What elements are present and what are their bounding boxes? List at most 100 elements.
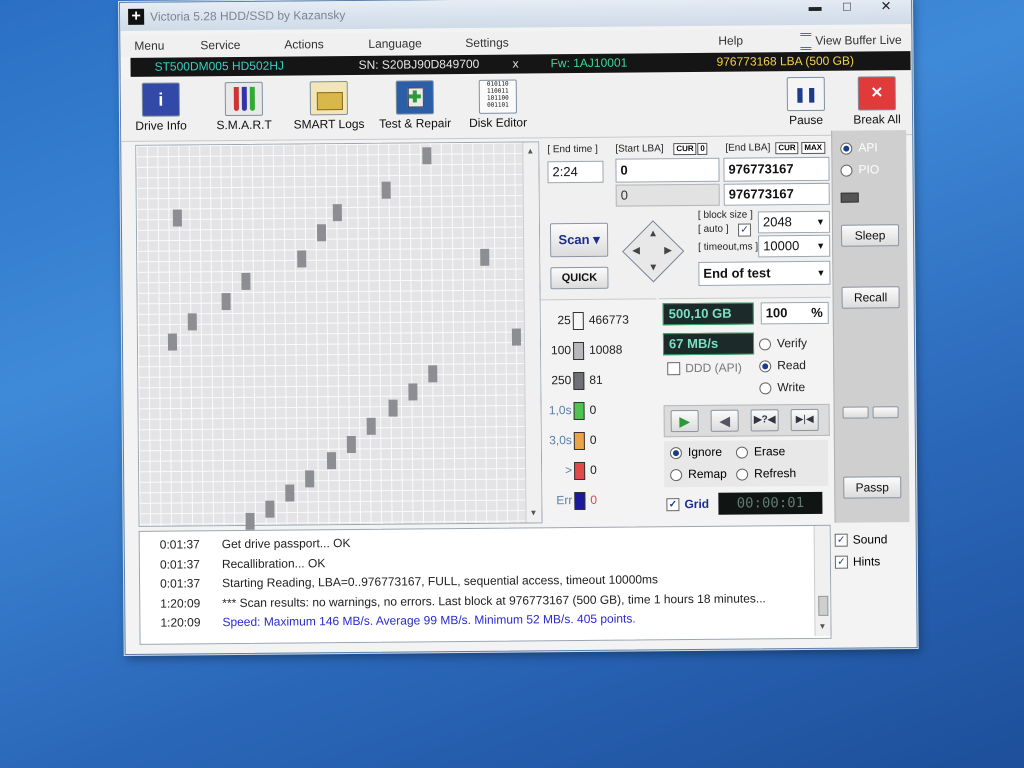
legend-row: 250 81 — [545, 371, 655, 392]
ddd-api-option[interactable]: DDD (API) — [667, 361, 742, 376]
block-size-label: [ block size ] — [697, 209, 753, 221]
grid-checkbox[interactable]: ✓ — [666, 498, 680, 512]
timeout-select[interactable]: 10000 ▼ — [758, 234, 831, 258]
log-time: 1:20:09 — [160, 615, 201, 630]
block-map-scrollbar[interactable]: ▲ ▼ — [522, 142, 542, 523]
direction-pad[interactable]: ▲ ▼ ◀ ▶ — [622, 220, 685, 283]
arrow-down-icon[interactable]: ▼ — [648, 262, 658, 273]
slow-block-mark — [366, 417, 376, 435]
speed-readout: 67 MB/s — [662, 332, 755, 356]
passp-button[interactable]: Passp — [843, 476, 902, 499]
sleep-button[interactable]: Sleep — [840, 224, 900, 247]
break-all-button[interactable]: ✕ Break All — [849, 76, 905, 127]
scan-button[interactable]: Scan ▾ — [549, 222, 609, 258]
action-ignore[interactable]: Ignore — [669, 445, 722, 460]
arrow-up-icon[interactable]: ▲ — [648, 228, 658, 239]
menu-settings[interactable]: Settings — [465, 36, 508, 50]
start-lba-input[interactable]: 0 — [615, 157, 720, 183]
quick-button[interactable]: QUICK — [550, 266, 609, 290]
sound-toggle[interactable]: ✓ Sound — [834, 532, 888, 548]
first-aid-kit-icon — [395, 80, 434, 115]
verify-radio[interactable] — [758, 338, 772, 351]
legend-threshold: 25 — [557, 313, 571, 328]
action-erase[interactable]: Erase — [735, 444, 785, 459]
refresh-radio[interactable] — [736, 468, 749, 481]
percent-value: 100 — [765, 305, 788, 321]
menu-service[interactable]: Service — [200, 38, 240, 52]
scroll-down-icon[interactable]: ▼ — [529, 508, 537, 517]
view-buffer-live-button[interactable]: View Buffer Live — [800, 32, 902, 51]
start-lba-zero-button[interactable]: 0 — [697, 142, 708, 155]
maximize-button[interactable]: □ — [832, 0, 862, 17]
auto-checkbox[interactable]: ✓ — [737, 223, 752, 237]
sound-label: Sound — [852, 532, 888, 547]
api-option[interactable]: API — [840, 140, 878, 155]
seek-unknown-button[interactable]: ▶?◀ — [750, 409, 779, 432]
pause-button[interactable]: ❚❚ Pause — [781, 76, 831, 127]
small-toggle-left[interactable] — [842, 406, 869, 419]
slow-block-mark — [285, 484, 295, 502]
api-radio[interactable] — [840, 142, 853, 155]
action-remap[interactable]: Remap — [670, 467, 727, 481]
minimize-button[interactable]: ▬ — [800, 0, 830, 17]
end-lba-cur-button[interactable]: CUR — [775, 142, 799, 155]
action-refresh[interactable]: Refresh — [736, 466, 796, 481]
slow-block-mark — [167, 333, 178, 351]
app-window: + Victoria 5.28 HDD/SSD by Kazansky ▬ □ … — [119, 0, 918, 655]
drive-info-button[interactable]: i Drive Info — [131, 82, 191, 133]
small-toggle-right[interactable] — [872, 406, 899, 419]
slow-block-mark — [265, 500, 275, 518]
jump-end-button[interactable]: ▶|◀ — [790, 408, 819, 432]
mode-read[interactable]: Read — [759, 358, 806, 372]
latency-legend: 25 466773 100 10088 250 81 1,0s 0 3,0s 0 >0 Err 0 — [540, 298, 659, 523]
hints-checkbox[interactable]: ✓ — [834, 555, 848, 570]
mode-write[interactable]: Write — [759, 380, 805, 394]
end-action-select[interactable]: End of test ▼ — [698, 260, 831, 286]
drive-model: ST500DM005 HD502HJ — [154, 58, 285, 74]
back-button[interactable]: ◀ — [710, 409, 739, 432]
end-lba-input[interactable]: 976773167 — [723, 156, 830, 182]
close-button[interactable]: ✕ — [864, 0, 908, 16]
dropdown-arrow-icon: ▼ — [816, 240, 826, 251]
play-button[interactable]: ▶ — [670, 409, 699, 433]
slow-block-mark — [297, 250, 307, 268]
menu-language[interactable]: Language — [368, 36, 422, 50]
arrow-left-icon[interactable]: ◀ — [632, 245, 640, 256]
scroll-up-icon[interactable]: ▲ — [526, 146, 534, 155]
log-scrollbar[interactable]: ▼ — [813, 525, 831, 636]
slow-block-mark — [305, 470, 315, 488]
legend-count: 0 — [589, 433, 597, 448]
menu-menu[interactable]: Menu — [134, 39, 164, 53]
sound-checkbox[interactable]: ✓ — [834, 533, 848, 548]
end-time-input[interactable]: 2:24 — [547, 160, 604, 184]
write-radio[interactable] — [759, 382, 772, 395]
recall-button[interactable]: Recall — [841, 286, 900, 309]
read-radio[interactable] — [759, 360, 772, 373]
arrow-right-icon[interactable]: ▶ — [664, 245, 672, 256]
app-logo-icon: + — [128, 8, 145, 25]
erase-radio[interactable] — [735, 446, 749, 459]
test-repair-button[interactable]: Test & Repair — [375, 80, 455, 131]
scroll-down-icon[interactable]: ▼ — [818, 622, 826, 631]
smart-logs-button[interactable]: SMART Logs — [291, 81, 367, 132]
title-bar[interactable]: + Victoria 5.28 HDD/SSD by Kazansky ▬ □ … — [120, 0, 912, 31]
start-lba-cur-button[interactable]: CUR — [673, 142, 697, 156]
ddd-checkbox[interactable] — [667, 362, 681, 376]
end-lba-max-button[interactable]: MAX — [801, 141, 826, 155]
log-time: 1:20:09 — [160, 595, 201, 611]
smart-button[interactable]: S.M.A.R.T — [211, 81, 277, 133]
log-scroll-thumb[interactable] — [818, 595, 829, 616]
remap-radio[interactable] — [670, 468, 683, 482]
hints-toggle[interactable]: ✓ Hints — [834, 554, 880, 570]
mode-verify[interactable]: Verify — [758, 336, 808, 351]
menu-help[interactable]: Help — [718, 34, 743, 48]
pio-radio[interactable] — [840, 164, 853, 177]
ignore-radio[interactable] — [669, 446, 683, 460]
block-size-select[interactable]: 2048 ▼ — [757, 210, 831, 234]
verify-label: Verify — [776, 336, 808, 351]
pio-option[interactable]: PIO — [840, 162, 879, 177]
menu-actions[interactable]: Actions — [284, 37, 323, 51]
grid-toggle[interactable]: ✓ Grid — [666, 497, 709, 512]
disk-editor-button[interactable]: 010110 110011 101100 001101 Disk Editor — [465, 79, 531, 130]
slow-block-mark — [346, 435, 356, 454]
